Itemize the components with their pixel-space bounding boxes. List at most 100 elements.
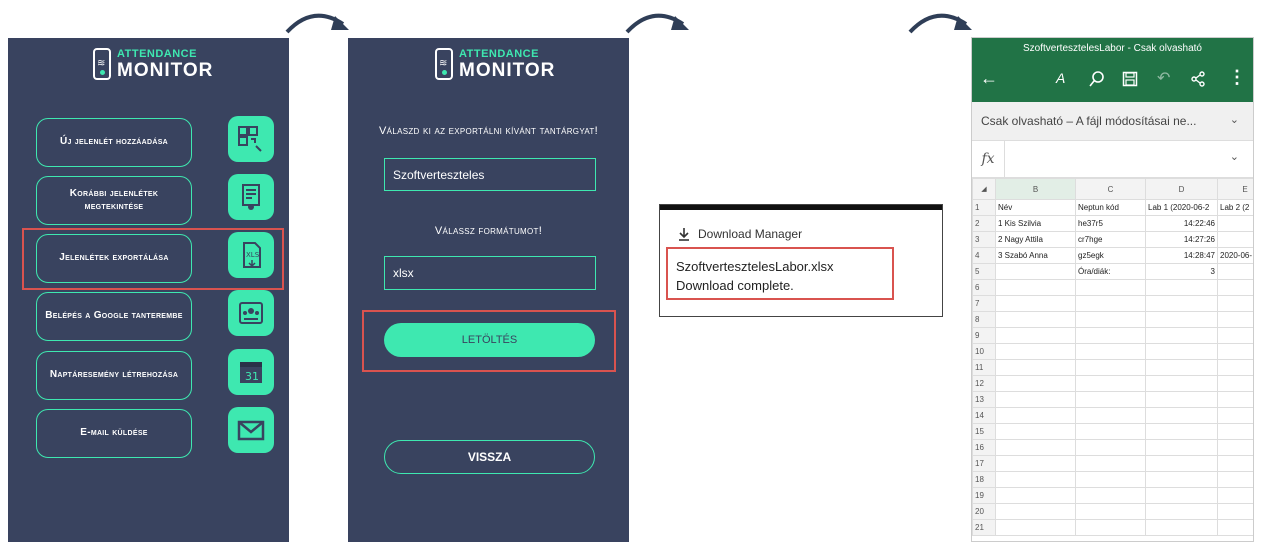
table-cell[interactable] [1217,471,1253,488]
row-header[interactable]: 6 [972,279,996,296]
table-cell[interactable] [995,391,1076,408]
column-header[interactable]: B [995,178,1076,200]
download-filename[interactable]: SzoftvertesztelesLabor.xlsx [676,259,834,274]
undo-icon[interactable]: ↶ [1157,68,1170,88]
table-cell[interactable] [1217,215,1253,232]
table-cell[interactable] [1145,279,1218,296]
column-header[interactable]: C [1075,178,1146,200]
table-cell[interactable] [995,423,1076,440]
table-cell[interactable] [1075,487,1146,504]
send-email-button[interactable]: E-mail küldése [36,409,192,458]
row-header[interactable]: 12 [972,375,996,392]
row-header[interactable]: 19 [972,487,996,504]
table-cell[interactable] [1217,343,1253,360]
table-cell[interactable] [1217,455,1253,472]
mail-icon[interactable] [228,407,274,453]
column-header[interactable]: D [1145,178,1218,200]
create-calendar-event-button[interactable]: Naptáresemény létrehozása [36,351,192,400]
row-header[interactable]: 5 [972,263,996,280]
table-cell[interactable] [1075,279,1146,296]
google-classroom-button[interactable]: Belépés a Google tanterembe [36,292,192,341]
draw-pen-icon[interactable]: A [1056,70,1065,86]
table-cell[interactable] [1217,407,1253,424]
row-header[interactable]: 10 [972,343,996,360]
table-cell[interactable] [995,487,1076,504]
table-cell[interactable] [1075,327,1146,344]
row-header[interactable]: 14 [972,407,996,424]
row-header[interactable]: 16 [972,439,996,456]
row-header[interactable]: 17 [972,455,996,472]
row-header[interactable]: 7 [972,295,996,312]
table-cell[interactable] [1145,359,1218,376]
table-cell[interactable] [1217,391,1253,408]
table-cell[interactable] [1075,471,1146,488]
table-cell[interactable] [1217,327,1253,344]
subject-select[interactable]: Szoftverteszteles [384,158,596,191]
table-cell[interactable] [1075,407,1146,424]
table-cell[interactable] [1145,423,1218,440]
table-cell[interactable] [995,327,1076,344]
qr-scan-icon[interactable] [228,116,274,162]
table-cell[interactable] [1217,359,1253,376]
row-header[interactable]: 4 [972,247,996,264]
table-cell[interactable] [1075,359,1146,376]
table-cell[interactable]: Óra/diák: [1075,263,1146,280]
table-cell[interactable] [1075,343,1146,360]
table-cell[interactable] [1217,279,1253,296]
column-header[interactable]: E [1217,178,1253,200]
table-cell[interactable]: 2020-06- [1217,247,1253,264]
spreadsheet-grid[interactable]: ◢ B C D E 1 Név Neptun kód Lab 1 (2020-06-2… [972,178,1253,536]
table-cell[interactable] [1145,311,1218,328]
table-cell[interactable] [995,503,1076,520]
table-cell[interactable] [1217,311,1253,328]
table-cell[interactable] [1217,519,1253,536]
back-arrow-icon[interactable]: ← [980,68,998,89]
row-header[interactable]: 15 [972,423,996,440]
row-header[interactable]: 20 [972,503,996,520]
table-cell[interactable]: gz5egk [1075,247,1146,264]
table-cell[interactable] [1217,423,1253,440]
row-header[interactable]: 18 [972,471,996,488]
table-cell[interactable] [1075,423,1146,440]
table-cell[interactable] [1075,439,1146,456]
table-cell[interactable] [1075,455,1146,472]
table-cell[interactable] [995,311,1076,328]
table-cell[interactable] [1075,503,1146,520]
table-cell[interactable] [1145,471,1218,488]
row-header[interactable]: 9 [972,327,996,344]
table-cell[interactable] [1145,407,1218,424]
table-cell[interactable]: 1 Kis Szilvia [995,215,1076,232]
table-cell[interactable] [1075,375,1146,392]
save-icon[interactable] [1122,71,1138,87]
row-header[interactable]: 3 [972,231,996,248]
format-select[interactable]: xlsx [384,256,596,290]
table-cell[interactable] [1217,375,1253,392]
row-header[interactable]: 1 [972,199,996,216]
table-cell[interactable] [1145,391,1218,408]
table-cell[interactable] [1145,327,1218,344]
share-icon[interactable] [1190,71,1206,87]
table-cell[interactable] [1217,295,1253,312]
table-cell[interactable] [1075,295,1146,312]
table-cell[interactable] [1075,391,1146,408]
table-cell[interactable] [1145,519,1218,536]
table-cell[interactable]: Lab 2 (2 [1217,199,1253,216]
row-header[interactable]: 2 [972,215,996,232]
table-cell[interactable] [995,471,1076,488]
table-cell[interactable] [1145,503,1218,520]
table-cell[interactable] [995,439,1076,456]
corner-cell[interactable]: ◢ [972,178,996,200]
table-cell[interactable] [1145,343,1218,360]
table-cell[interactable] [1217,263,1253,280]
back-button[interactable]: VISSZA [384,440,595,474]
row-header[interactable]: 21 [972,519,996,536]
table-cell[interactable] [995,295,1076,312]
chevron-down-icon[interactable]: ⌄ [1230,150,1239,163]
table-cell[interactable] [1217,439,1253,456]
table-cell[interactable] [1145,439,1218,456]
table-cell[interactable]: Lab 1 (2020-06-2 [1145,199,1218,216]
table-cell[interactable] [995,407,1076,424]
table-cell[interactable]: 3 Szabó Anna [995,247,1076,264]
table-cell[interactable] [1145,487,1218,504]
chevron-down-icon[interactable]: ⌄ [1230,113,1239,126]
